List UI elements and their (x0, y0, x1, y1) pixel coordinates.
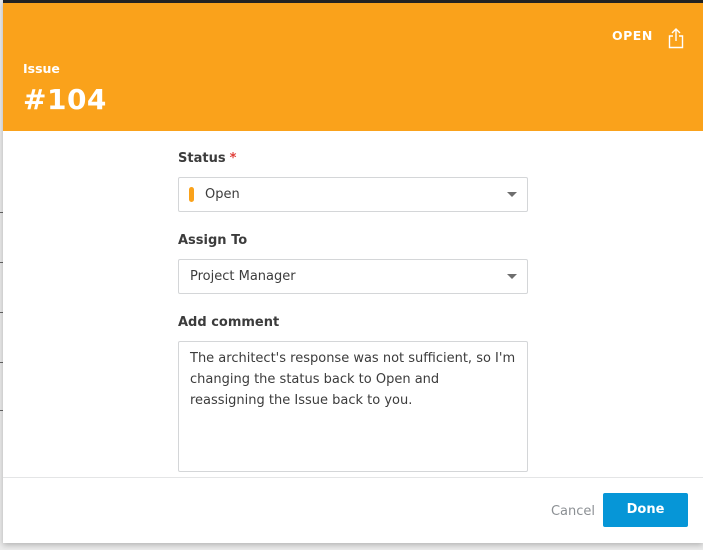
issue-type-label: Issue (23, 61, 60, 76)
required-marker: * (229, 151, 237, 166)
assign-to-select[interactable]: Project Manager (178, 259, 528, 294)
status-label-text: Status (178, 151, 226, 166)
issue-dialog: Issue #104 OPEN Status * Open Assign To P… (3, 0, 703, 543)
cancel-button[interactable]: Cancel (538, 496, 608, 528)
status-label: Status * (178, 150, 528, 168)
add-comment-label: Add comment (178, 315, 280, 330)
chevron-down-icon (507, 274, 517, 279)
assign-to-select-value: Project Manager (190, 269, 296, 284)
status-color-indicator (189, 187, 194, 202)
status-select-value: Open (205, 187, 240, 202)
assign-to-label: Assign To (178, 233, 248, 248)
issue-status-text: OPEN (612, 28, 653, 43)
issue-header: Issue #104 OPEN (3, 0, 703, 131)
status-select[interactable]: Open (178, 177, 528, 212)
comment-textarea[interactable]: The architect's response was not suffici… (178, 341, 528, 472)
footer-divider (3, 477, 703, 478)
issue-number: #104 (23, 83, 107, 116)
issue-form: Status * Open Assign To Project Manager A… (178, 150, 528, 472)
chevron-down-icon (507, 192, 517, 197)
done-button[interactable]: Done (603, 493, 688, 527)
share-button[interactable] (667, 26, 685, 50)
share-upload-icon (668, 28, 684, 49)
